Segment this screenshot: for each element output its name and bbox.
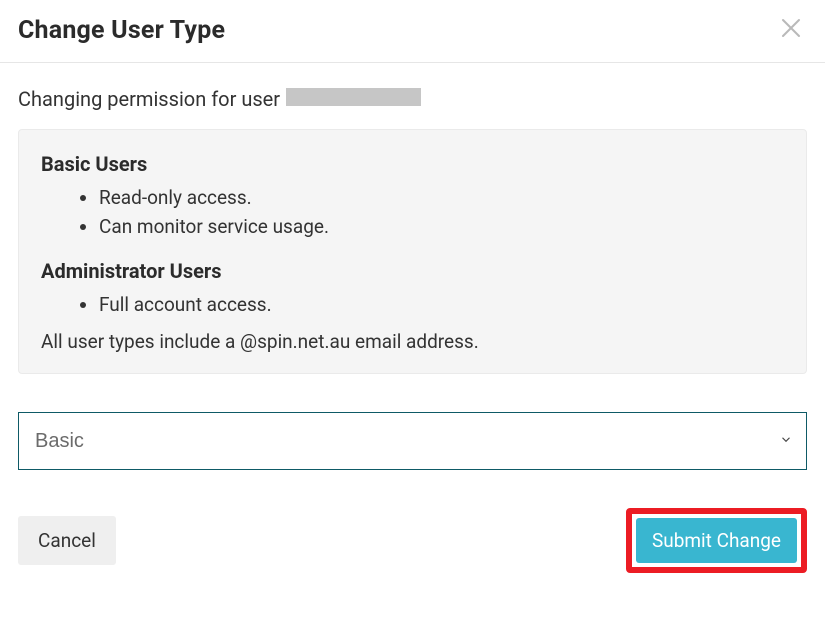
user-type-select-wrap: Basic Administrator (18, 412, 807, 470)
cancel-button[interactable]: Cancel (18, 516, 116, 565)
change-user-type-modal: Change User Type Changing permission for… (0, 0, 825, 623)
admin-users-heading: Administrator Users (41, 259, 784, 283)
list-item: Read-only access. (99, 184, 784, 213)
list-item: Full account access. (99, 291, 784, 320)
user-type-select[interactable]: Basic Administrator (18, 412, 807, 470)
basic-users-heading: Basic Users (41, 152, 784, 176)
basic-users-list: Read-only access. Can monitor service us… (41, 184, 784, 241)
user-type-info-card: Basic Users Read-only access. Can monito… (18, 129, 807, 374)
modal-footer: Cancel Submit Change (0, 508, 825, 573)
modal-header: Change User Type (0, 0, 825, 63)
modal-body: Changing permission for user Basic Users… (0, 63, 825, 470)
username-redacted (286, 88, 421, 106)
admin-users-list: Full account access. (41, 291, 784, 320)
modal-title: Change User Type (18, 16, 225, 45)
submit-change-button[interactable]: Submit Change (636, 518, 797, 563)
permission-subtitle: Changing permission for user (18, 87, 807, 111)
info-footer-text: All user types include a @spin.net.au em… (41, 330, 784, 353)
submit-highlight: Submit Change (626, 508, 807, 573)
subtitle-text: Changing permission for user (18, 87, 280, 111)
list-item: Can monitor service usage. (99, 213, 784, 242)
close-button[interactable] (775, 14, 807, 46)
close-icon (779, 16, 803, 44)
